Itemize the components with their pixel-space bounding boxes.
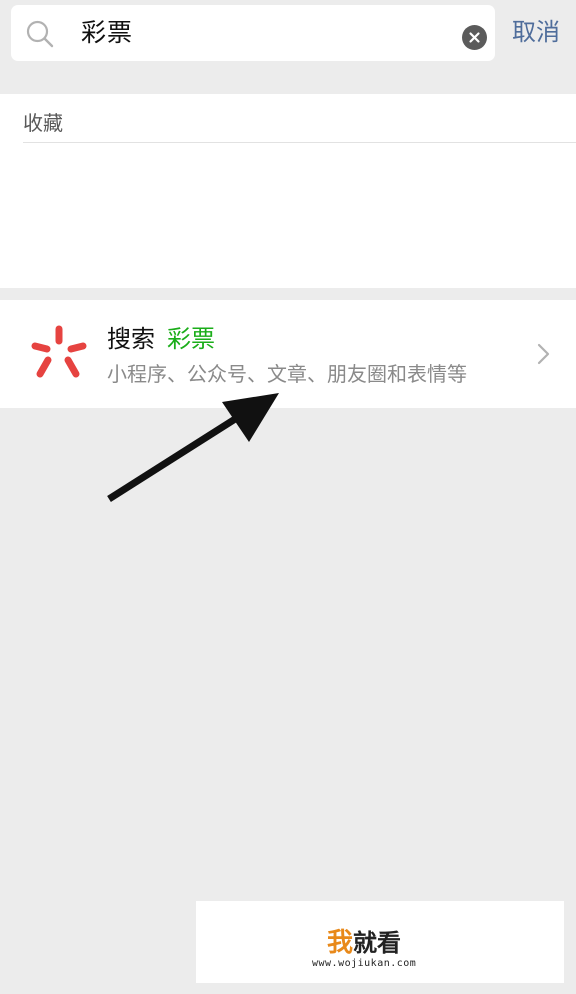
search-logo-icon	[28, 324, 90, 382]
watermark-logo-char: 我	[326, 928, 353, 958]
search-result-row[interactable]: 搜索 彩票 小程序、公众号、文章、朋友圈和表情等	[0, 300, 576, 408]
watermark-logo-rest: 就看	[353, 929, 401, 957]
search-icon	[25, 19, 55, 49]
watermark-logo: 我就看	[312, 927, 416, 959]
watermark: 我就看 www.wojiukan.com	[196, 901, 564, 983]
favorites-section: 收藏	[0, 94, 576, 288]
result-title: 搜索 彩票	[107, 323, 215, 355]
chevron-right-icon	[536, 342, 552, 366]
page: 彩票 取消 收藏 搜索 彩票 小程序、公众号、文章、朋友圈和表情等 我就看 ww…	[0, 0, 576, 994]
result-prefix: 搜索	[107, 325, 155, 353]
result-keyword: 彩票	[167, 325, 215, 353]
cancel-button[interactable]: 取消	[512, 17, 560, 47]
clear-icon[interactable]	[462, 25, 487, 50]
search-bar: 彩票 取消	[0, 0, 576, 72]
favorites-title: 收藏	[23, 111, 63, 135]
watermark-url: www.wojiukan.com	[312, 958, 417, 969]
favorites-divider	[23, 142, 576, 143]
search-input[interactable]: 彩票	[11, 5, 495, 61]
result-subtitle: 小程序、公众号、文章、朋友圈和表情等	[107, 362, 467, 386]
search-query-text: 彩票	[81, 18, 134, 47]
